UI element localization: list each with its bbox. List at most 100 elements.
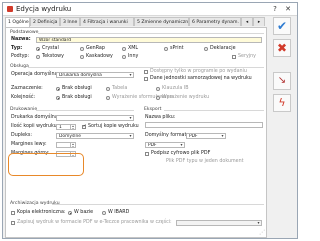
tab-definicja[interactable]: 2 Definicja	[30, 17, 60, 26]
spinner-arrows-icon[interactable]: ▴ ▾	[70, 125, 75, 129]
pdf-note: Plik PDF typu w jeden dokument	[166, 159, 244, 164]
electronic-copy-checkbox[interactable]	[11, 211, 15, 215]
close-icon[interactable]: ✖	[273, 39, 291, 57]
sort-copies-checkbox[interactable]	[82, 124, 86, 129]
zaznaczenie-brak-label: Brak obsługi	[62, 86, 92, 91]
kolejnosc-wyr-wyd-radio[interactable]	[156, 96, 160, 100]
sign-pdf-checkbox[interactable]	[145, 152, 149, 156]
type-sprint-label: sPrint	[170, 46, 184, 51]
copy-w-bazie-radio[interactable]	[68, 211, 72, 215]
close-window-icon[interactable]: ✕	[284, 5, 292, 13]
type-xml-radio[interactable]	[122, 47, 126, 51]
zaznaczenie-klauzula-label: Klauzula IB	[162, 86, 189, 91]
kolejnosc-label: Kolejność:	[11, 95, 36, 100]
divider	[164, 110, 264, 111]
type-deklaracje-radio[interactable]	[204, 47, 208, 51]
filename-input[interactable]	[145, 122, 263, 128]
type-label: Typ:	[11, 46, 23, 51]
subtype-label: Podtyp:	[11, 54, 30, 59]
subtype-tekstowy-radio[interactable]	[36, 55, 40, 59]
kolejnosc-wyr-sform-radio[interactable]	[106, 96, 110, 100]
duplex-value: Domyślne	[59, 134, 81, 139]
subtype-inny-radio[interactable]	[122, 55, 126, 59]
tab-zmienne[interactable]: 5 Zmienne dynamiczne	[134, 17, 189, 26]
dane-checkbox[interactable]	[144, 77, 148, 81]
tab-ogolne[interactable]: 1 Ogólne	[5, 17, 30, 27]
edit-print-window: Edycja wydruku ? ✕ 1 Ogólne 2 Definicja …	[2, 2, 298, 239]
lightning-icon[interactable]: ϟ	[273, 94, 291, 112]
default-format-select[interactable]: PDF ▾	[186, 133, 226, 139]
dane-label: Dane jednostki samorządowej na wydruku	[150, 76, 252, 81]
copies-stepper[interactable]: 1 ▴ ▾	[56, 124, 76, 130]
window-title: Edycja wydruku	[16, 5, 72, 13]
dostepny-checkbox[interactable]	[144, 70, 148, 74]
zaznaczenie-tabela-label: Tabela	[112, 86, 128, 91]
divider	[52, 204, 264, 205]
subtype-kaskadowy-radio[interactable]	[80, 55, 84, 59]
tab-scroll-left[interactable]: ◂	[241, 17, 253, 26]
type-xml-label: XML	[128, 46, 139, 51]
sign-pdf-label: Podpisz cyfrowo plik PDF	[151, 151, 211, 156]
chevron-down-icon: ▾	[129, 133, 132, 138]
tab-filtracja[interactable]: 4 Filtracja i warunki	[80, 17, 134, 26]
kolejnosc-brak-label: Brak obsługi	[62, 95, 92, 100]
copy-ibard-label: W IBARD	[108, 210, 130, 215]
kolejnosc-wyr-wyd-label: Wyrażenie wydruku	[162, 95, 210, 100]
name-input[interactable]: Wzór standard	[36, 37, 262, 43]
zaznaczenie-klauzula-radio[interactable]	[156, 87, 160, 91]
chevron-down-icon: ▾	[257, 220, 260, 225]
section-obsluga: Obsługa	[10, 64, 29, 69]
tab-scroll-right[interactable]: ▸	[253, 17, 265, 26]
margin-left-label: Margines lewy:	[11, 142, 47, 147]
chevron-down-icon: ▾	[129, 115, 132, 120]
type-genrap-radio[interactable]	[80, 47, 84, 51]
default-format-value: PDF	[189, 134, 198, 139]
chevron-down-icon: ▾	[180, 142, 183, 147]
zaznaczenie-brak-radio[interactable]	[56, 87, 60, 91]
duplex-select[interactable]: Domyślne ▾	[56, 133, 134, 139]
chevron-down-icon: ▾	[221, 133, 224, 138]
copy-ibard-radio[interactable]	[102, 211, 106, 215]
format-value: PDF	[148, 143, 157, 148]
save-pdf-checkbox[interactable]	[11, 221, 15, 225]
kolejnosc-brak-radio[interactable]	[56, 96, 60, 100]
printer-select[interactable]: ▾	[56, 115, 134, 121]
section-drukowanie: Drukowanie	[10, 107, 38, 112]
dostepny-label: Dostępny tylko w programie po wydaniu	[150, 69, 247, 74]
divider	[36, 110, 134, 111]
zaznaczenie-label: Zaznaczenie:	[11, 86, 43, 91]
divider	[28, 67, 264, 68]
seryjny-label: Seryjny	[238, 54, 257, 59]
operation-value: Drukarka domyślna	[59, 73, 102, 78]
check-icon[interactable]: ✔	[273, 17, 291, 35]
subtype-kaskadowy-label: Kaskadowy	[86, 54, 113, 59]
help-icon[interactable]: ?	[271, 5, 279, 13]
default-format-label: Domyślny format:	[145, 133, 188, 138]
type-sprint-radio[interactable]	[164, 47, 168, 51]
operation-select[interactable]: Drukarka domyślna ▾	[56, 72, 134, 78]
tab-parametry[interactable]: 6 Parametry dynam.	[189, 17, 241, 26]
resize-grip-icon[interactable]: ⋰	[259, 229, 265, 236]
name-label: Nazwa:	[11, 37, 31, 42]
subtype-tekstowy-label: Tekstowy	[42, 54, 64, 59]
section-podstawowe: Podstawowe	[10, 30, 39, 35]
eteczka-part-select[interactable]: ▾	[176, 220, 262, 226]
zaznaczenie-tabela-radio[interactable]	[106, 87, 110, 91]
spinner-arrows-icon[interactable]: ▴ ▾	[70, 143, 75, 147]
app-icon	[7, 6, 13, 12]
margin-left-input[interactable]: ▴ ▾	[56, 142, 76, 148]
operation-label: Operacja domyślna:	[11, 72, 60, 77]
highlight-annotation	[8, 153, 84, 176]
arrow-icon[interactable]: ↘	[273, 72, 291, 90]
filename-label: Nazwa pliku:	[145, 115, 176, 120]
format-select[interactable]: PDF ▾	[145, 142, 185, 148]
seryjny-checkbox[interactable]	[232, 55, 236, 59]
type-crystal-radio[interactable]	[36, 47, 40, 51]
type-deklaracje-label: Deklaracje	[210, 46, 236, 51]
copy-w-bazie-label: W bazie	[74, 210, 94, 215]
tab-inne[interactable]: 3 Inne	[60, 17, 80, 26]
divider	[38, 33, 264, 34]
duplex-label: Dupleks:	[11, 133, 32, 138]
save-pdf-label: Zapisuj wydruk w formacie PDF w e-Teczce…	[17, 220, 172, 225]
section-eksport: Eksport	[144, 107, 162, 112]
